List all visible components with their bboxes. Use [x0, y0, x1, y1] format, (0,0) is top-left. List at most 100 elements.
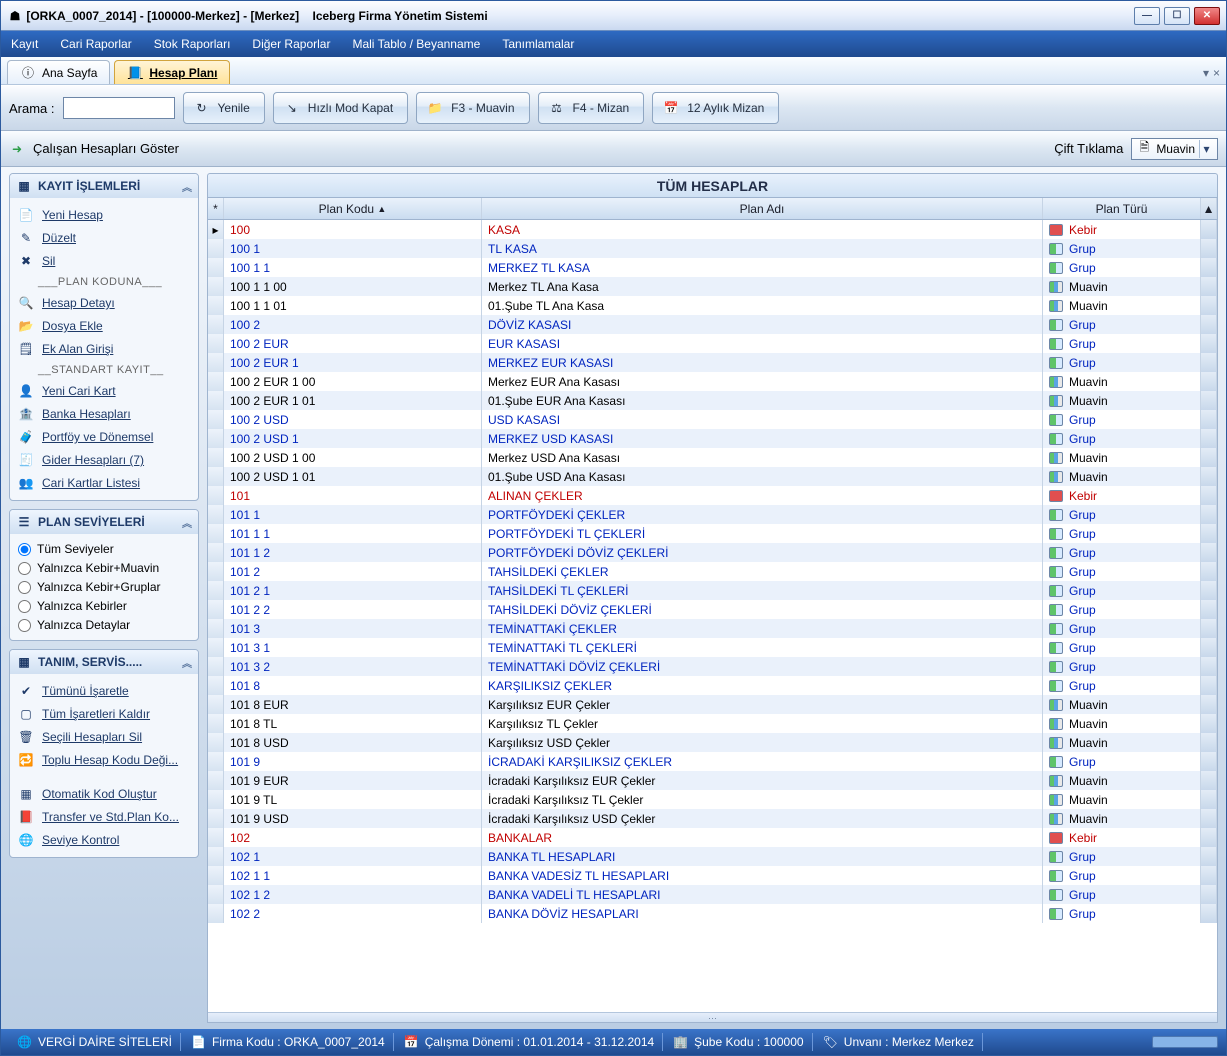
table-row[interactable]: 101 2TAHSİLDEKİ ÇEKLERGrup: [208, 562, 1217, 581]
tabstrip-close-icon[interactable]: ×: [1213, 66, 1220, 80]
row-selector[interactable]: [208, 714, 224, 733]
level-radio-input[interactable]: [18, 600, 31, 613]
menu-item[interactable]: Kayıt: [11, 37, 38, 51]
row-selector[interactable]: [208, 334, 224, 353]
toolbar-f3-button[interactable]: 📁F3 - Muavin: [416, 92, 529, 124]
row-selector[interactable]: [208, 372, 224, 391]
table-row[interactable]: 100 2 USD 1 00Merkez USD Ana KasasıMuavi…: [208, 448, 1217, 467]
row-selector[interactable]: [208, 296, 224, 315]
row-selector[interactable]: [208, 391, 224, 410]
table-row[interactable]: 101 9 TLİcradaki Karşılıksız TL ÇeklerMu…: [208, 790, 1217, 809]
level-radio[interactable]: Yalnızca Kebirler: [14, 597, 194, 615]
status-segment[interactable]: 🏷Unvanı : Merkez Merkez: [815, 1033, 983, 1051]
row-selector[interactable]: [208, 904, 224, 923]
maximize-button[interactable]: ☐: [1164, 7, 1190, 25]
sidebar-item[interactable]: ✔Tümünü İşaretle: [14, 680, 194, 702]
table-row[interactable]: 100 1 1MERKEZ TL KASAGrup: [208, 258, 1217, 277]
table-row[interactable]: 100 2 EUR 1 00Merkez EUR Ana KasasıMuavi…: [208, 372, 1217, 391]
row-selector[interactable]: [208, 410, 224, 429]
row-selector[interactable]: [208, 733, 224, 752]
sidebar-item[interactable]: ▦Otomatik Kod Oluştur: [14, 783, 194, 805]
table-row[interactable]: 101 1 2PORTFÖYDEKİ DÖVİZ ÇEKLERİGrup: [208, 543, 1217, 562]
sidebar-item[interactable]: 🗑Seçili Hesapları Sil: [14, 726, 194, 748]
row-selector[interactable]: [208, 695, 224, 714]
sidebar-item[interactable]: 📄Yeni Hesap: [14, 204, 194, 226]
level-radio[interactable]: Yalnızca Kebir+Muavin: [14, 559, 194, 577]
row-selector[interactable]: [208, 676, 224, 695]
sidebar-item[interactable]: ▢Tüm İşaretleri Kaldır: [14, 703, 194, 725]
table-row[interactable]: 102BANKALARKebir: [208, 828, 1217, 847]
row-selector[interactable]: [208, 505, 224, 524]
level-radio-input[interactable]: [18, 581, 31, 594]
table-row[interactable]: 101 3TEMİNATTAKİ ÇEKLERGrup: [208, 619, 1217, 638]
table-row[interactable]: 100 1TL KASAGrup: [208, 239, 1217, 258]
row-selector[interactable]: [208, 771, 224, 790]
menu-item[interactable]: Tanımlamalar: [502, 37, 574, 51]
toolbar-refresh-button[interactable]: ↻Yenile: [183, 92, 265, 124]
table-row[interactable]: 101 3 1TEMİNATTAKİ TL ÇEKLERİGrup: [208, 638, 1217, 657]
panel3-collapse-icon[interactable]: ︽: [182, 655, 192, 670]
table-row[interactable]: 101 9İCRADAKİ KARŞILIKSIZ ÇEKLERGrup: [208, 752, 1217, 771]
row-selector[interactable]: [208, 543, 224, 562]
row-selector[interactable]: [208, 828, 224, 847]
sidebar-item[interactable]: 🧳Portföy ve Dönemsel: [14, 426, 194, 448]
table-row[interactable]: 102 1BANKA TL HESAPLARIGrup: [208, 847, 1217, 866]
table-row[interactable]: 101 3 2TEMİNATTAKİ DÖVİZ ÇEKLERİGrup: [208, 657, 1217, 676]
sidebar-item[interactable]: 📂Dosya Ekle: [14, 315, 194, 337]
row-selector[interactable]: [208, 638, 224, 657]
sidebar-item[interactable]: 📕Transfer ve Std.Plan Ko...: [14, 806, 194, 828]
col-selector[interactable]: *: [208, 198, 224, 219]
row-selector[interactable]: [208, 467, 224, 486]
toolbar-f4-button[interactable]: ⚖F4 - Mizan: [538, 92, 645, 124]
scroll-up-icon[interactable]: ▲: [1201, 198, 1217, 219]
table-row[interactable]: 101 9 EURİcradaki Karşılıksız EUR Çekler…: [208, 771, 1217, 790]
table-row[interactable]: 100 1 1 00Merkez TL Ana KasaMuavin: [208, 277, 1217, 296]
status-segment[interactable]: 📅Çalışma Dönemi : 01.01.2014 - 31.12.201…: [396, 1033, 663, 1051]
level-radio[interactable]: Yalnızca Kebir+Gruplar: [14, 578, 194, 596]
level-radio[interactable]: Yalnızca Detaylar: [14, 616, 194, 634]
level-radio-input[interactable]: [18, 562, 31, 575]
row-selector[interactable]: [208, 429, 224, 448]
table-row[interactable]: 101ALINAN ÇEKLERKebir: [208, 486, 1217, 505]
table-row[interactable]: 100 1 1 0101.Şube TL Ana KasaMuavin: [208, 296, 1217, 315]
row-selector[interactable]: ▸: [208, 220, 224, 239]
row-selector[interactable]: [208, 600, 224, 619]
sidebar-item[interactable]: 🔁Toplu Hesap Kodu Deği...: [14, 749, 194, 771]
row-selector[interactable]: [208, 562, 224, 581]
col-plan-adi[interactable]: Plan Adı: [482, 198, 1043, 219]
table-row[interactable]: 101 1PORTFÖYDEKİ ÇEKLERGrup: [208, 505, 1217, 524]
sidebar-item[interactable]: 🔍Hesap Detayı: [14, 292, 194, 314]
sidebar-item[interactable]: 👤Yeni Cari Kart: [14, 380, 194, 402]
row-selector[interactable]: [208, 239, 224, 258]
row-selector[interactable]: [208, 353, 224, 372]
show-accounts-button[interactable]: Çalışan Hesapları Göster: [33, 141, 179, 156]
sidebar-item[interactable]: ✎Düzelt: [14, 227, 194, 249]
table-row[interactable]: 102 1 1BANKA VADESİZ TL HESAPLARIGrup: [208, 866, 1217, 885]
table-row[interactable]: 100 2DÖVİZ KASASIGrup: [208, 315, 1217, 334]
menu-item[interactable]: Diğer Raporlar: [252, 37, 330, 51]
table-row[interactable]: 101 8 USDKarşılıksız USD ÇeklerMuavin: [208, 733, 1217, 752]
doubleclick-dropdown[interactable]: 🗎 Muavin ▾: [1131, 138, 1218, 160]
row-selector[interactable]: [208, 315, 224, 334]
table-row[interactable]: 100 2 USD 1MERKEZ USD KASASIGrup: [208, 429, 1217, 448]
table-row[interactable]: 101 2 2TAHSİLDEKİ DÖVİZ ÇEKLERİGrup: [208, 600, 1217, 619]
table-row[interactable]: 100 2 EUR 1MERKEZ EUR KASASIGrup: [208, 353, 1217, 372]
table-row[interactable]: 101 8 EURKarşılıksız EUR ÇeklerMuavin: [208, 695, 1217, 714]
row-selector[interactable]: [208, 486, 224, 505]
row-selector[interactable]: [208, 448, 224, 467]
sidebar-item[interactable]: 🌐Seviye Kontrol: [14, 829, 194, 851]
table-row[interactable]: 101 8KARŞILIKSIZ ÇEKLERGrup: [208, 676, 1217, 695]
panel2-collapse-icon[interactable]: ︽: [182, 515, 192, 530]
row-selector[interactable]: [208, 258, 224, 277]
col-plan-kodu[interactable]: Plan Kodu ▲: [224, 198, 482, 219]
level-radio-input[interactable]: [18, 543, 31, 556]
search-input[interactable]: [63, 97, 175, 119]
table-row[interactable]: 101 9 USDİcradaki Karşılıksız USD Çekler…: [208, 809, 1217, 828]
row-selector[interactable]: [208, 581, 224, 600]
status-segment[interactable]: 📄Firma Kodu : ORKA_0007_2014: [183, 1033, 394, 1051]
status-segment[interactable]: 🏢Şube Kodu : 100000: [665, 1033, 812, 1051]
row-selector[interactable]: [208, 619, 224, 638]
level-radio[interactable]: Tüm Seviyeler: [14, 540, 194, 558]
menu-item[interactable]: Stok Raporları: [154, 37, 231, 51]
level-radio-input[interactable]: [18, 619, 31, 632]
